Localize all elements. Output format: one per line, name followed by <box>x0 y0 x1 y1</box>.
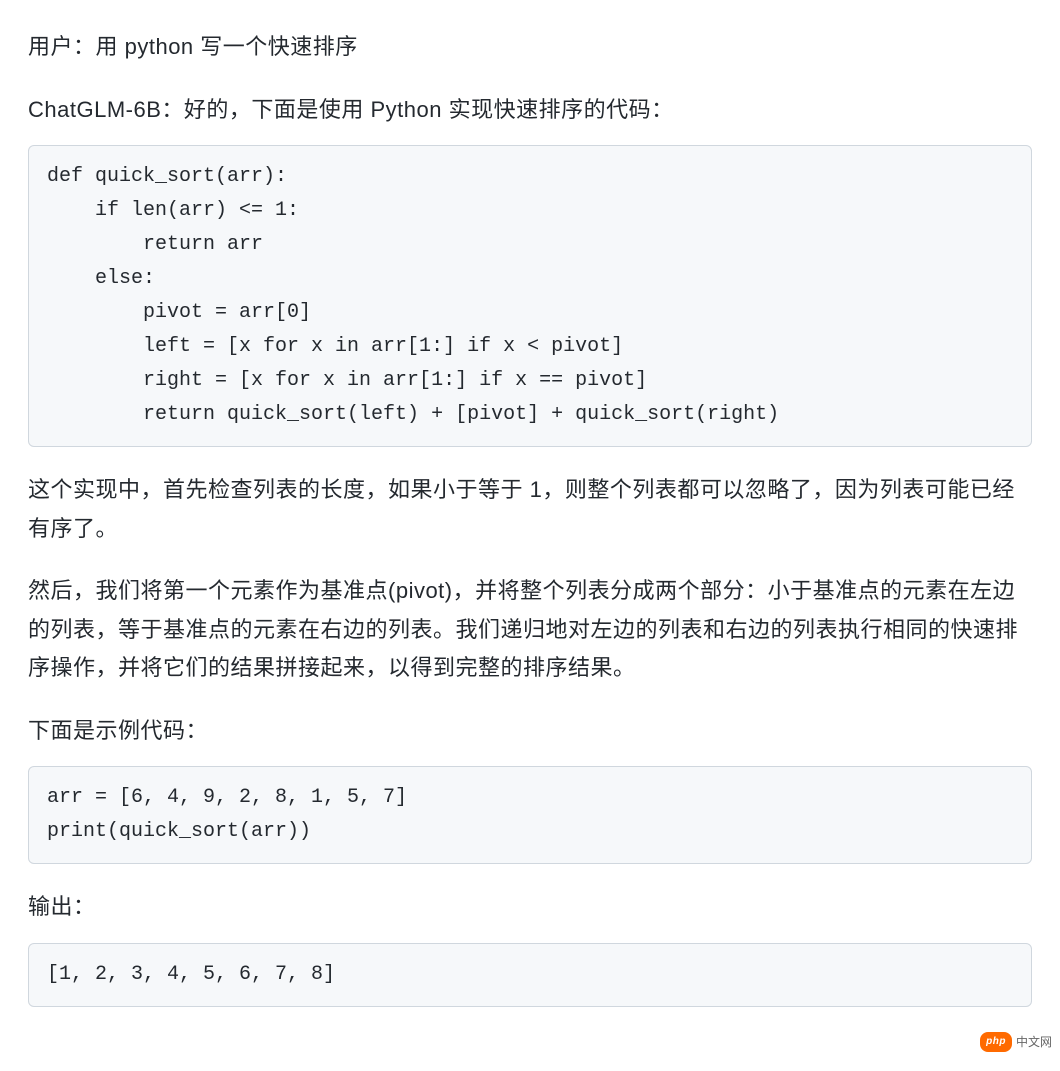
output-label: 输出： <box>28 888 1032 927</box>
bot-message-intro: ChatGLM-6B：好的，下面是使用 Python 实现快速排序的代码： <box>28 91 1032 130</box>
user-message: 用户：用 python 写一个快速排序 <box>28 28 1032 67</box>
example-label: 下面是示例代码： <box>28 712 1032 751</box>
explanation-paragraph-1: 这个实现中，首先检查列表的长度，如果小于等于 1，则整个列表都可以忽略了，因为列… <box>28 471 1032 548</box>
code-block-output[interactable]: [1, 2, 3, 4, 5, 6, 7, 8] <box>28 943 1032 1007</box>
code-block-quicksort[interactable]: def quick_sort(arr): if len(arr) <= 1: r… <box>28 145 1032 447</box>
watermark-badge: php <box>980 1032 1012 1052</box>
watermark-text: 中文网 <box>1016 1032 1052 1053</box>
code-block-example[interactable]: arr = [6, 4, 9, 2, 8, 1, 5, 7] print(qui… <box>28 766 1032 864</box>
explanation-paragraph-2: 然后，我们将第一个元素作为基准点(pivot)，并将整个列表分成两个部分：小于基… <box>28 572 1032 688</box>
watermark: php 中文网 <box>980 1032 1052 1053</box>
